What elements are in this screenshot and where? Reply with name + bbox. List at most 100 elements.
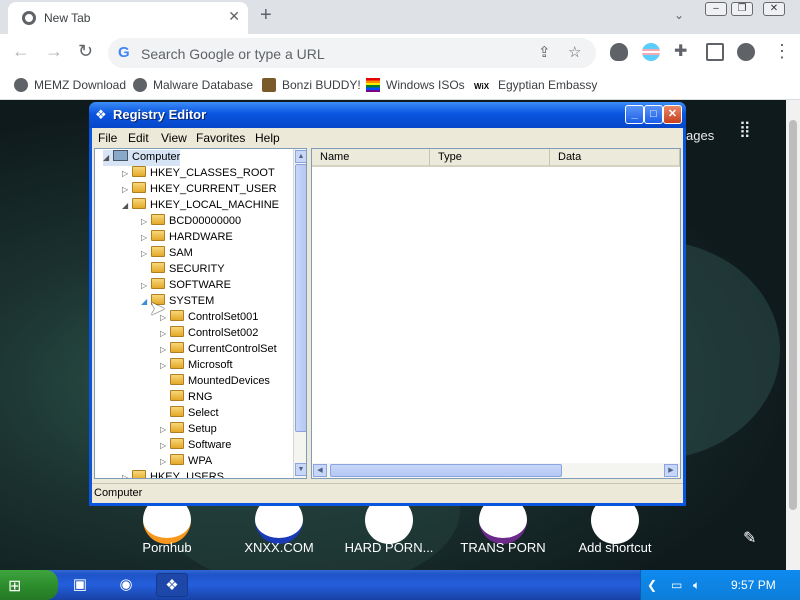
tree-node-bcd[interactable]: ▷ BCD00000000 [141,214,241,230]
folder-icon [170,358,184,369]
minimize-button[interactable]: – [705,2,727,16]
taskbar-clock[interactable]: 9:57 PM [731,578,776,592]
globe-icon [133,78,147,92]
shortcut-label: Pornhub [142,540,192,555]
forward-arrow-icon[interactable]: → [45,41,63,62]
tab-search-chevron-icon[interactable]: ⌄ [674,8,684,22]
tab-new-tab[interactable]: New Tab ✕ [8,2,248,34]
share-icon[interactable]: ⇪ [538,43,551,61]
restore-button[interactable]: ❐ [731,2,753,16]
folder-icon [170,390,184,401]
profile-icon[interactable] [737,43,755,61]
address-bar[interactable]: G Search Google or type a URL ⇪ ☆ [108,38,596,68]
pencil-icon[interactable]: ✎ [743,528,756,548]
tree-node-computer[interactable]: ◢ Computer [103,150,181,166]
folder-icon [170,438,184,449]
network-icon[interactable]: ▭ [671,578,682,592]
regedit-close-button[interactable]: ✕ [663,105,682,124]
back-arrow-icon[interactable]: ← [12,41,30,62]
shortcut-label: XNXX.COM [244,540,314,555]
start-button[interactable]: ⊞ [0,570,58,600]
tree-node-microsoft[interactable]: ▷ Microsoft [160,358,233,374]
tree-node-hkcr[interactable]: ▷ HKEY_CLASSES_ROOT [122,166,275,182]
tree-node-controlset002[interactable]: ▷ ControlSet002 [160,326,258,342]
values-horizontal-scrollbar[interactable]: ◀ ▶ [312,463,680,478]
folder-icon [151,230,165,241]
tab-strip: New Tab ✕ + ⌄ – ❐ ✕ [0,0,800,34]
bookmarks-bar: MEMZ Download Malware Database Bonzi BUD… [0,72,800,100]
wix-icon: WiX [474,82,490,91]
menu-favorites[interactable]: Favorites [196,131,245,145]
ublock-shield-icon[interactable] [610,43,628,61]
regedit-cubes-icon: ❖ [95,107,107,122]
menu-file[interactable]: File [98,131,117,145]
tree-node-hku[interactable]: ▷ HKEY_USERS [122,470,224,478]
tree-node-system-software[interactable]: ▷ Software [160,438,231,454]
tree-node-hklm[interactable]: ◢ HKEY_LOCAL_MACHINE [122,198,279,214]
bookmark-memz[interactable]: MEMZ Download [14,78,126,92]
page-scroll-thumb[interactable] [789,120,797,510]
scroll-left-arrow-icon[interactable]: ◀ [313,464,327,477]
tree-node-sam[interactable]: ▷ SAM [141,246,193,262]
tree-node-hardware[interactable]: ▷ HARDWARE [141,230,233,246]
regedit-maximize-button[interactable]: □ [644,105,663,124]
regedit-titlebar[interactable]: ❖ Registry Editor _ □ ✕ [89,102,686,128]
tree-node-select[interactable]: Select [160,406,219,422]
regedit-statusbar: Computer [92,483,683,503]
tree-node-mounteddevices[interactable]: MountedDevices [160,374,270,390]
tree-node-security[interactable]: SECURITY [141,262,225,278]
bookmark-egyptian-embassy[interactable]: WiX Egyptian Embassy [474,78,597,96]
column-data[interactable]: Data [550,149,680,167]
taskbar-explorer-icon[interactable]: ▣ [64,573,96,597]
bookmark-bonzi-buddy[interactable]: Bonzi BUDDY! [262,78,361,92]
side-panel-icon[interactable] [706,43,724,61]
images-link[interactable]: ages [686,128,714,143]
bookmark-star-icon[interactable]: ☆ [568,43,581,61]
scroll-down-arrow-icon[interactable]: ▼ [295,463,306,476]
reload-icon[interactable]: ↻ [78,41,93,62]
apps-grid-icon[interactable]: ⣿ [739,122,751,138]
folder-icon [170,406,184,417]
taskbar-regedit-icon[interactable]: ❖ [156,573,188,597]
tree-node-wpa[interactable]: ▷ WPA [160,454,212,470]
folder-icon [132,470,146,478]
volume-icon[interactable]: 🔈︎ [693,578,700,593]
bookmark-malware-database[interactable]: Malware Database [133,78,253,92]
new-tab-plus-icon[interactable]: + [260,4,272,27]
puzzle-icon[interactable]: ✚ [674,41,687,61]
values-scroll-thumb[interactable] [330,464,562,477]
column-name[interactable]: Name [312,149,430,167]
folder-icon [170,326,184,337]
tree-node-hkcu[interactable]: ▷ HKEY_CURRENT_USER [122,182,277,198]
scroll-up-arrow-icon[interactable]: ▲ [295,150,306,163]
tree-node-currentcontrolset[interactable]: ▷ CurrentControlSet [160,342,277,358]
column-type[interactable]: Type [430,149,550,167]
close-tab-icon[interactable]: ✕ [228,8,240,25]
tree-node-setup[interactable]: ▷ Setup [160,422,217,438]
regedit-minimize-button[interactable]: _ [625,105,644,124]
tree-node-rng[interactable]: RNG [160,390,212,406]
flag-extension-icon[interactable] [642,43,660,61]
taskbar-chrome-icon[interactable]: ◉ [110,573,142,597]
tray-expand-icon[interactable]: ❮ [647,578,657,592]
window-close-button[interactable]: ✕ [763,2,785,16]
menu-help[interactable]: Help [255,131,280,145]
registry-editor-window: ❖ Registry Editor _ □ ✕ File Edit View F… [89,102,686,506]
shortcut-label: Add shortcut [578,540,652,555]
scroll-right-arrow-icon[interactable]: ▶ [664,464,678,477]
tree-node-software[interactable]: ▷ SOFTWARE [141,278,231,294]
menu-edit[interactable]: Edit [128,131,149,145]
windows-taskbar: ⊞ ▣ ◉ ❖ ❮ ▭ 🔈︎ 9:57 PM [0,570,800,600]
google-g-icon: G [118,44,130,61]
bookmark-windows-isos[interactable]: Windows ISOs [366,78,465,92]
page-scrollbar[interactable] [786,100,800,570]
tree-scroll-thumb[interactable] [295,164,306,432]
tree-node-controlset001[interactable]: ▷ ControlSet001 [160,310,258,326]
kebab-menu-icon[interactable]: ⋮ [773,41,791,62]
values-list[interactable]: Name Type Data ◀ ▶ [311,148,681,479]
menu-view[interactable]: View [161,131,187,145]
tree-vertical-scrollbar[interactable]: ▲ ▼ [293,149,306,478]
registry-tree[interactable]: ◢ Computer ▷ HKEY_CLASSES_ROOT ▷ HKEY_CURRE… [94,148,307,479]
address-bar-placeholder: Search Google or type a URL [141,46,325,62]
chrome-favicon-icon [22,11,36,25]
